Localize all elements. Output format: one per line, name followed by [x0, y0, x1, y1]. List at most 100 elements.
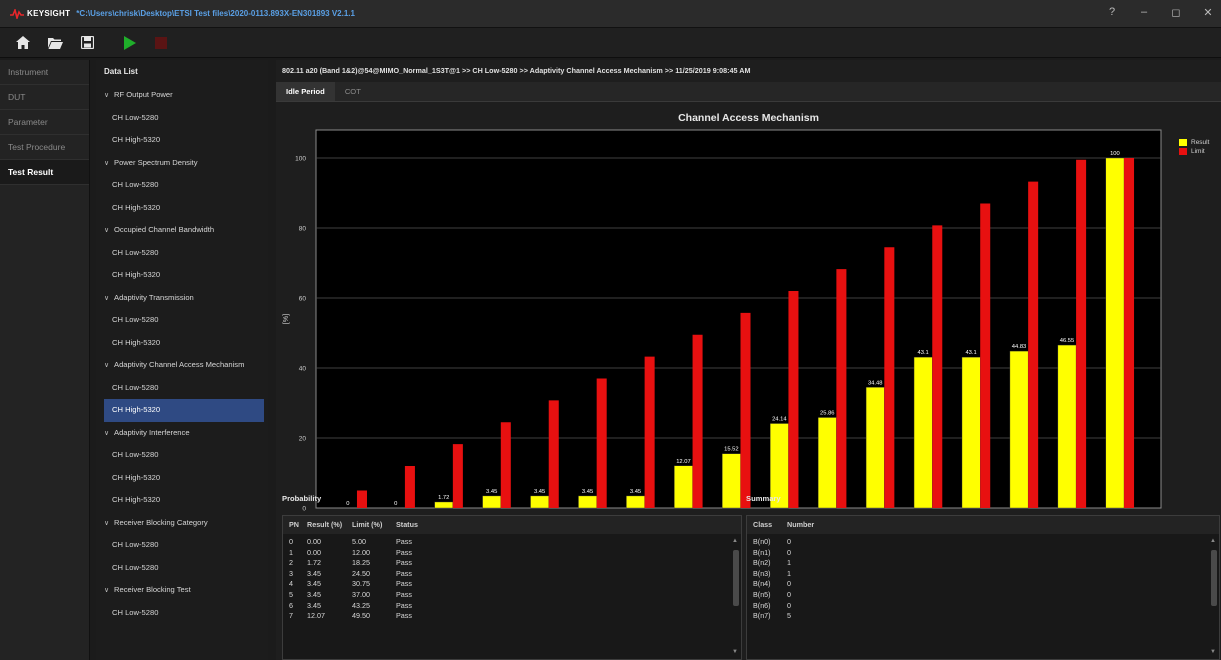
- bar-limit: [500, 422, 511, 508]
- bar-limit: [980, 203, 991, 508]
- title-bar: KEYSIGHT *C:\Users\chrisk\Desktop\ETSI T…: [0, 0, 1221, 28]
- data-list-item[interactable]: CH Low-5280: [96, 107, 268, 130]
- table-row[interactable]: B(n2) 1: [747, 558, 1219, 569]
- chevron-down-icon[interactable]: ∨: [104, 288, 114, 310]
- nav-test-procedure[interactable]: Test Procedure: [0, 135, 89, 160]
- data-list-item[interactable]: CH High-5320: [104, 399, 264, 422]
- table-row[interactable]: B(n1) 0: [747, 548, 1219, 559]
- bar-result: [674, 465, 693, 509]
- scroll-up-icon[interactable]: ▲: [1210, 538, 1216, 544]
- chevron-down-icon[interactable]: ∨: [104, 220, 114, 242]
- left-nav: Instrument DUT Parameter Test Procedure …: [0, 60, 90, 660]
- table-row[interactable]: 4 3.45 30.75 Pass: [283, 579, 741, 590]
- table-row[interactable]: B(n7) 5: [747, 611, 1219, 622]
- data-label: 44.83: [1012, 344, 1027, 350]
- chevron-down-icon[interactable]: ∨: [104, 513, 114, 535]
- data-list-item[interactable]: CH Low-5280: [96, 444, 268, 467]
- help-button[interactable]: ?: [1105, 6, 1119, 19]
- data-list-item[interactable]: CH Low-5280: [96, 242, 268, 265]
- data-list-item[interactable]: CH High-5320: [96, 332, 268, 355]
- table-row[interactable]: 7 12.07 49.50 Pass: [283, 611, 741, 622]
- table-row[interactable]: 6 3.45 43.25 Pass: [283, 601, 741, 612]
- data-list-item[interactable]: CH Low-5280: [96, 174, 268, 197]
- data-list-label: CH High-5320: [112, 472, 161, 482]
- data-list-item[interactable]: CH Low-5280: [96, 557, 268, 580]
- nav-instrument[interactable]: Instrument: [0, 60, 89, 85]
- data-list-group[interactable]: ∨ Adaptivity Channel Access Mechanism: [96, 354, 268, 377]
- nav-dut[interactable]: DUT: [0, 85, 89, 110]
- scroll-up-icon[interactable]: ▲: [732, 538, 738, 544]
- home-icon[interactable]: [14, 34, 32, 52]
- data-label: 43.1: [965, 350, 976, 356]
- chevron-down-icon[interactable]: ∨: [104, 580, 114, 602]
- table-row[interactable]: 0 0.00 5.00 Pass: [283, 537, 741, 548]
- data-list-group[interactable]: ∨ Occupied Channel Bandwidth: [96, 219, 268, 242]
- table-row[interactable]: 3 3.45 24.50 Pass: [283, 569, 741, 580]
- stop-icon[interactable]: [152, 34, 170, 52]
- data-list-item[interactable]: CH Low-5280: [96, 534, 268, 557]
- data-list-group[interactable]: ∨ Adaptivity Interference: [96, 422, 268, 445]
- data-list-label: CH Low-5280: [112, 382, 159, 392]
- data-list-group[interactable]: ∨ Power Spectrum Density: [96, 152, 268, 175]
- data-list-item[interactable]: CH High-5320: [96, 197, 268, 220]
- maximize-button[interactable]: ◻: [1169, 6, 1183, 19]
- close-button[interactable]: ✕: [1201, 6, 1215, 19]
- data-list-label: Receiver Blocking Test: [114, 585, 191, 594]
- table-row[interactable]: B(n4) 0: [747, 579, 1219, 590]
- bar-result: [626, 495, 645, 509]
- table-row[interactable]: 5 3.45 37.00 Pass: [283, 590, 741, 601]
- data-label: 3.45: [486, 489, 497, 495]
- table-row[interactable]: B(n6) 0: [747, 601, 1219, 612]
- data-list-label: CH High-5320: [112, 405, 161, 414]
- data-list-label: Adaptivity Channel Access Mechanism: [114, 360, 245, 369]
- tab-cot[interactable]: COT: [335, 82, 371, 101]
- tab-idle-period[interactable]: Idle Period: [276, 82, 335, 101]
- data-label: 15.52: [724, 447, 739, 453]
- play-icon[interactable]: [120, 34, 138, 52]
- data-list-item[interactable]: CH Low-5280: [96, 602, 268, 625]
- open-folder-icon[interactable]: [46, 34, 64, 52]
- chevron-down-icon[interactable]: ∨: [104, 355, 114, 377]
- data-list-group[interactable]: ∨ Receiver Blocking Category: [96, 512, 268, 535]
- col-result: Result (%): [307, 520, 343, 529]
- data-list-item[interactable]: CH High-5320: [96, 264, 268, 287]
- scroll-down-icon[interactable]: ▼: [732, 649, 738, 655]
- save-icon[interactable]: [78, 34, 96, 52]
- toolbar: [0, 28, 1221, 58]
- y-tick-label: 20: [299, 436, 307, 443]
- table-cell: 0: [787, 537, 791, 546]
- data-list-label: Occupied Channel Bandwidth: [114, 225, 215, 234]
- probability-scrollbar[interactable]: ▲ ▼: [732, 538, 739, 655]
- data-list-item[interactable]: CH High-5320: [96, 467, 268, 490]
- summary-scrollbar[interactable]: ▲ ▼: [1210, 538, 1217, 655]
- scroll-down-icon[interactable]: ▼: [1210, 649, 1216, 655]
- bar-limit: [548, 400, 559, 508]
- chevron-down-icon[interactable]: ∨: [104, 85, 114, 107]
- table-row[interactable]: B(n0) 0: [747, 537, 1219, 548]
- data-list-item[interactable]: CH High-5320: [96, 489, 268, 512]
- minimize-button[interactable]: –: [1137, 6, 1151, 19]
- nav-parameter[interactable]: Parameter: [0, 110, 89, 135]
- data-list-label: CH Low-5280: [112, 540, 159, 549]
- bar-limit: [596, 378, 607, 508]
- chevron-down-icon[interactable]: ∨: [104, 153, 114, 175]
- chevron-down-icon[interactable]: ∨: [104, 423, 114, 445]
- bar-result: [1057, 344, 1077, 509]
- table-row[interactable]: 2 1.72 18.25 Pass: [283, 558, 741, 569]
- table-row[interactable]: B(n5) 0: [747, 590, 1219, 601]
- data-list-item[interactable]: CH High-5320: [96, 129, 268, 152]
- table-cell: 0: [787, 547, 791, 557]
- data-list-group[interactable]: ∨ Receiver Blocking Test: [96, 579, 268, 602]
- nav-test-result[interactable]: Test Result: [0, 160, 89, 185]
- scroll-thumb[interactable]: [733, 550, 739, 606]
- data-list-group[interactable]: ∨ RF Output Power: [96, 84, 268, 107]
- data-list-item[interactable]: CH Low-5280: [96, 309, 268, 332]
- table-row[interactable]: 1 0.00 12.00 Pass: [283, 548, 741, 559]
- data-list-label: CH Low-5280: [112, 112, 159, 122]
- data-list-group[interactable]: ∨ Adaptivity Transmission: [96, 287, 268, 310]
- bar-result: [865, 387, 885, 509]
- scroll-thumb[interactable]: [1211, 550, 1217, 606]
- main-panel: 802.11 a20 (Band 1&2)@54@MIMO_Normal_1S3…: [276, 60, 1221, 660]
- table-row[interactable]: B(n3) 1: [747, 569, 1219, 580]
- data-list-item[interactable]: CH Low-5280: [96, 377, 268, 400]
